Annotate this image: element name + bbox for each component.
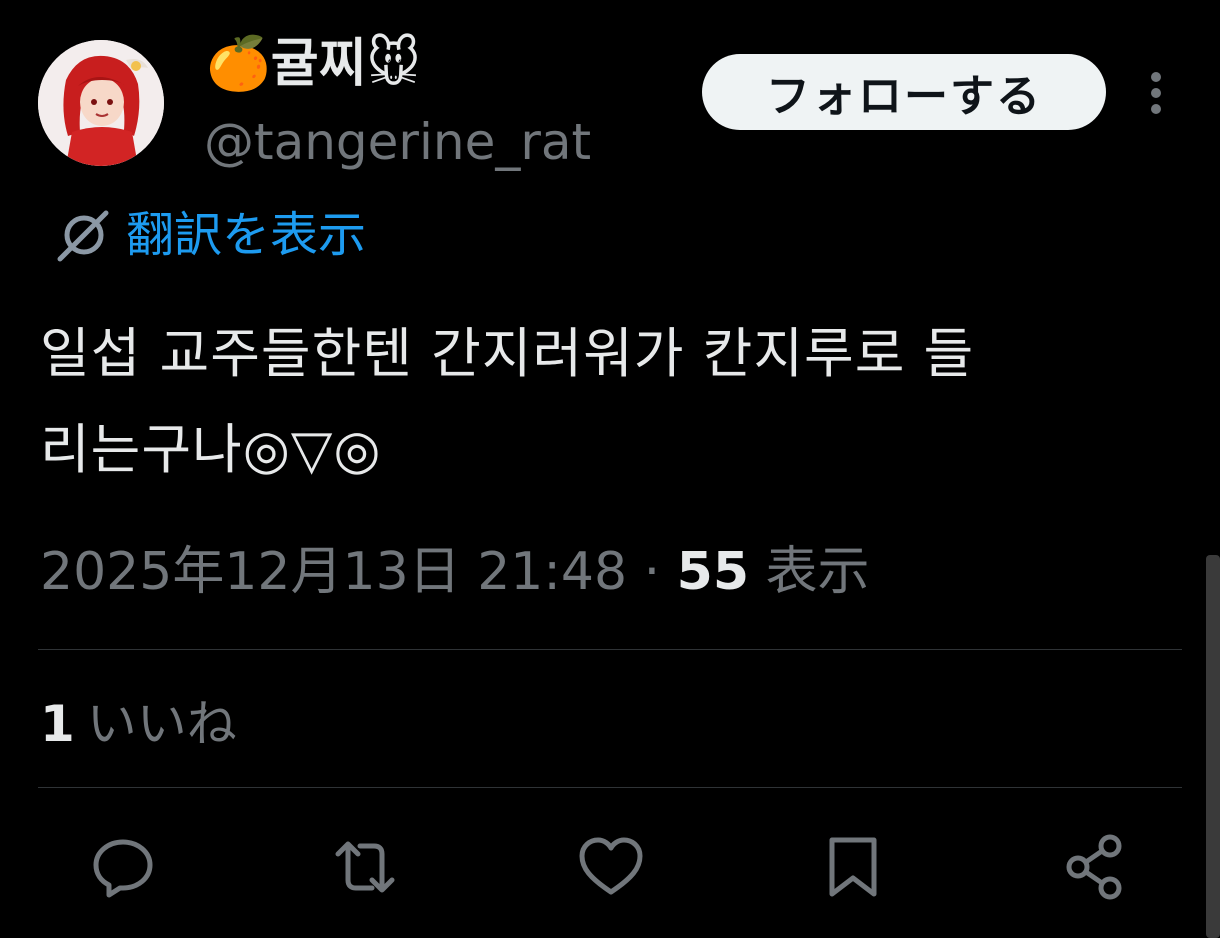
scrollbar-thumb[interactable]: [1206, 555, 1220, 938]
share-icon[interactable]: [1062, 832, 1132, 902]
show-translation-label: 翻訳を表示: [126, 207, 367, 263]
follow-button[interactable]: フォローする: [702, 54, 1106, 130]
tweet-text: 일섭 교주들한텐 간지러워가 칸지루로 들 리는구나◎▽◎: [40, 306, 1190, 498]
author-display-name[interactable]: 🍊귤찌🐭: [206, 32, 421, 96]
translate-globe-icon: [52, 205, 112, 265]
likes-label: いいね: [86, 695, 237, 753]
tweet-text-line: 리는구나◎▽◎: [40, 418, 382, 481]
tweet-detail-page: 🍊귤찌🐭 @tangerine_rat フォローする 翻訳を表示 일섭 교주들한…: [0, 0, 1220, 938]
more-vertical-icon[interactable]: [1140, 70, 1172, 116]
heart-icon[interactable]: [576, 832, 646, 902]
show-translation-link[interactable]: 翻訳を表示: [52, 200, 366, 270]
tweet-meta: 2025年12月13日 21:48 · 55 表示: [40, 540, 870, 604]
avatar-image: [38, 40, 164, 166]
author-handle[interactable]: @tangerine_rat: [204, 110, 591, 174]
tweet-timestamp[interactable]: 2025年12月13日 21:48: [40, 542, 627, 602]
bookmark-icon[interactable]: [818, 832, 888, 902]
views-label: 表示: [749, 542, 870, 602]
divider: [38, 649, 1182, 650]
likes-count: 1: [40, 695, 75, 753]
reply-icon[interactable]: [88, 832, 158, 902]
likes-stat[interactable]: 1 いいね: [40, 692, 237, 756]
meta-separator: ·: [627, 542, 677, 602]
retweet-icon[interactable]: [330, 832, 400, 902]
divider: [38, 787, 1182, 788]
views-count: 55: [676, 542, 750, 602]
tweet-text-line: 일섭 교주들한텐 간지러워가 칸지루로 들: [40, 322, 975, 385]
avatar[interactable]: [38, 40, 164, 166]
